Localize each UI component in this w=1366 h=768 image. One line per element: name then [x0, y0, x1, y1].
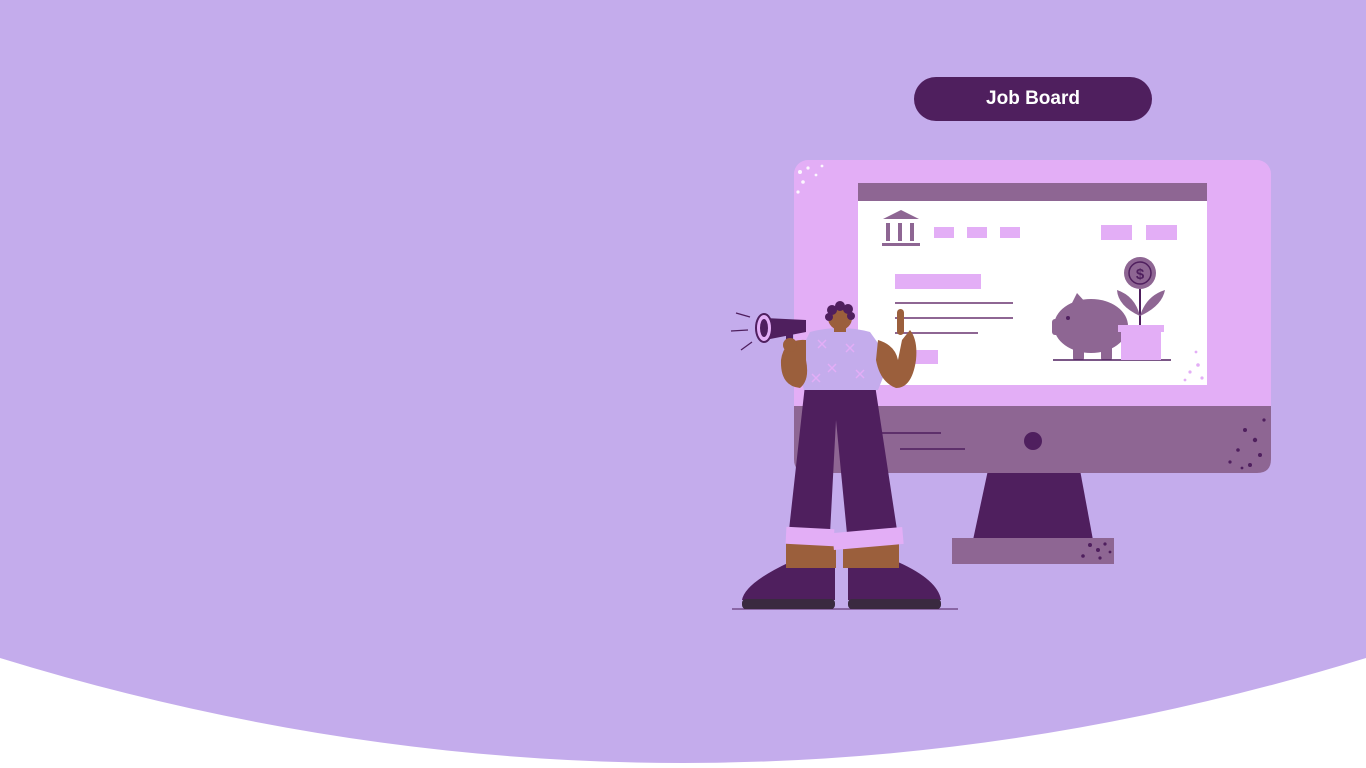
hero-section: Job Board $: [0, 0, 1366, 768]
job-board-button[interactable]: Job Board: [914, 77, 1152, 121]
coin-dollar-icon: $: [1136, 266, 1145, 283]
megaphone-person-monitor-illustration: $: [730, 160, 1271, 610]
power-button-icon: [1024, 432, 1042, 450]
screen-heading-bar: [895, 274, 981, 289]
monitor-stand: [952, 470, 1114, 564]
